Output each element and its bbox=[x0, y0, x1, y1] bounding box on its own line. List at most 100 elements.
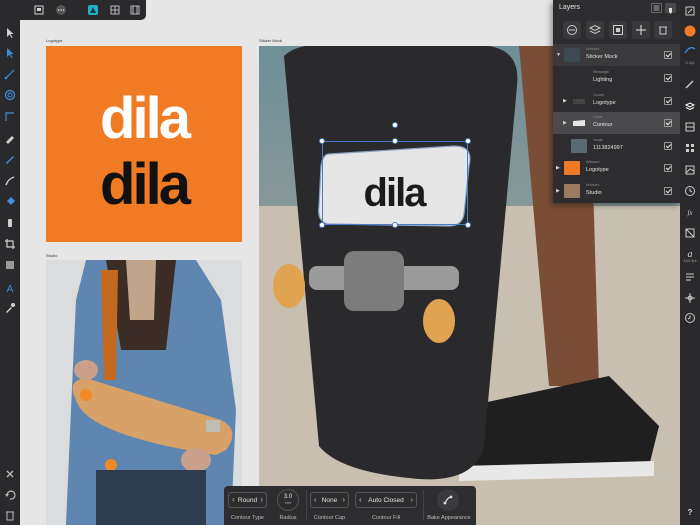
effects-icon[interactable] bbox=[683, 120, 697, 134]
list-view-icon[interactable] bbox=[651, 3, 662, 13]
collapse-arrow-icon[interactable]: ▶ bbox=[556, 165, 560, 171]
layer-row-logotype-artboard[interactable]: ▶ Artboard Logotype bbox=[553, 157, 680, 179]
contour-type-caption: Contour Type bbox=[231, 515, 264, 521]
vector-brush-icon[interactable] bbox=[3, 174, 17, 188]
document-icon[interactable] bbox=[32, 3, 46, 17]
layer-thumbnail bbox=[571, 94, 587, 108]
layer-row-contour[interactable]: ▶ Curve Contour bbox=[553, 112, 680, 134]
expand-arrow-icon[interactable]: ▼ bbox=[556, 52, 561, 58]
chevron-right-icon[interactable]: › bbox=[410, 493, 413, 507]
brushes-icon[interactable] bbox=[683, 77, 697, 91]
visibility-checkbox[interactable] bbox=[664, 142, 672, 150]
layer-type: Image bbox=[593, 138, 603, 142]
layer-row-lighting[interactable]: Rectangle Lighting bbox=[553, 67, 680, 89]
selection-handle-tr[interactable] bbox=[465, 138, 471, 144]
group-icon[interactable] bbox=[609, 21, 627, 39]
mask-layer-icon[interactable] bbox=[563, 21, 581, 39]
chevron-right-icon[interactable]: › bbox=[342, 493, 345, 507]
color-picker-icon[interactable] bbox=[3, 301, 17, 315]
layer-name: Contour bbox=[593, 122, 613, 128]
transform-icon[interactable] bbox=[683, 226, 697, 240]
selection-box[interactable] bbox=[322, 141, 468, 225]
chevron-left-icon[interactable]: ‹ bbox=[314, 493, 317, 507]
undo-icon[interactable] bbox=[3, 488, 17, 502]
chevron-left-icon[interactable]: ‹ bbox=[359, 493, 362, 507]
artboard-label-studio: Studio bbox=[46, 253, 58, 258]
layer-row-studio-artboard[interactable]: ▶ Artboard Studio bbox=[553, 180, 680, 202]
history-icon[interactable] bbox=[683, 184, 697, 198]
fill-tool-icon[interactable] bbox=[3, 195, 17, 209]
selection-handle-bc[interactable] bbox=[392, 222, 398, 228]
selection-handle-tc[interactable] bbox=[392, 138, 398, 144]
pen-tool-icon[interactable] bbox=[3, 131, 17, 145]
layer-row-image[interactable]: Image 1113824997 bbox=[553, 135, 680, 157]
layer-row-logotype-curves[interactable]: ▶ Curves Logotype bbox=[553, 90, 680, 112]
selection-handle-br[interactable] bbox=[465, 222, 471, 228]
crop-tool-icon[interactable] bbox=[3, 237, 17, 251]
selection-handle-tl[interactable] bbox=[319, 138, 325, 144]
text-tool-icon[interactable]: A bbox=[3, 281, 17, 295]
contour-type-selector[interactable]: ‹ Round › bbox=[228, 492, 267, 508]
selection-handle-rotate[interactable] bbox=[392, 122, 398, 128]
rectangle-tool-icon[interactable] bbox=[3, 258, 17, 272]
collapse-arrow-icon[interactable]: ▶ bbox=[563, 98, 567, 104]
add-layer-icon[interactable] bbox=[632, 21, 650, 39]
delete-layer-icon[interactable] bbox=[654, 21, 672, 39]
fx-icon[interactable]: fx bbox=[683, 205, 697, 219]
radius-dial[interactable]: 3.0 mm bbox=[277, 489, 299, 511]
help-button[interactable]: ? bbox=[680, 508, 700, 517]
stroke-icon[interactable] bbox=[683, 43, 697, 57]
navigator-icon[interactable] bbox=[683, 291, 697, 305]
collapse-arrow-icon[interactable]: ▶ bbox=[563, 120, 567, 126]
transparency-tool-icon[interactable] bbox=[3, 216, 17, 230]
layer-name: 1113824997 bbox=[593, 145, 623, 151]
layer-thumbnail bbox=[571, 116, 587, 130]
layer-row-sticker-mock[interactable]: ▼ Artboard Sticker Mock bbox=[553, 44, 680, 66]
visibility-checkbox[interactable] bbox=[664, 74, 672, 82]
stroke-panel-icon[interactable] bbox=[683, 4, 697, 18]
radius-unit: mm bbox=[284, 500, 292, 505]
corner-tool-icon[interactable] bbox=[3, 110, 17, 124]
collapse-arrow-icon[interactable]: ▶ bbox=[556, 188, 560, 194]
chevron-right-icon[interactable]: › bbox=[260, 493, 263, 507]
pixel-persona-icon[interactable] bbox=[108, 3, 122, 17]
point-transform-icon[interactable] bbox=[3, 67, 17, 81]
layer-stack-icon[interactable] bbox=[586, 21, 604, 39]
layer-name: Logotype bbox=[593, 100, 616, 106]
layer-thumbnail bbox=[564, 184, 580, 198]
artboard-studio[interactable] bbox=[46, 260, 242, 525]
color-swatch[interactable] bbox=[683, 24, 697, 38]
pencil-tool-icon[interactable] bbox=[3, 152, 17, 166]
contour-fill-selector[interactable]: ‹ Auto Closed › bbox=[355, 492, 417, 508]
visibility-checkbox[interactable] bbox=[664, 51, 672, 59]
layer-thumbnail bbox=[564, 48, 580, 62]
close-icon[interactable] bbox=[3, 467, 17, 481]
node-tool-icon[interactable] bbox=[3, 46, 17, 60]
designer-persona-icon[interactable] bbox=[86, 3, 100, 17]
swatches-grid-icon[interactable] bbox=[683, 141, 697, 155]
pin-icon[interactable] bbox=[665, 3, 676, 14]
chevron-left-icon[interactable]: ‹ bbox=[232, 493, 235, 507]
contour-cap-selector[interactable]: ‹ None › bbox=[310, 492, 349, 508]
export-persona-icon[interactable] bbox=[128, 3, 142, 17]
layers-icon[interactable] bbox=[683, 99, 697, 113]
context-toolbar: ‹ Round › Contour Type 3.0 mm Radius ‹ N… bbox=[224, 486, 476, 525]
contour-tool-icon[interactable] bbox=[3, 88, 17, 102]
clock-icon[interactable] bbox=[683, 311, 697, 325]
visibility-checkbox[interactable] bbox=[664, 97, 672, 105]
layer-type: Artboard bbox=[586, 47, 600, 51]
layer-name: Lighting bbox=[593, 77, 613, 83]
artboard-logotype[interactable]: dila dila bbox=[46, 46, 242, 242]
adjustments-icon[interactable] bbox=[683, 163, 697, 177]
delete-icon[interactable] bbox=[3, 508, 17, 522]
selection-handle-bl[interactable] bbox=[319, 222, 325, 228]
visibility-checkbox[interactable] bbox=[664, 187, 672, 195]
bake-appearance-button[interactable] bbox=[437, 489, 459, 511]
visibility-checkbox[interactable] bbox=[664, 164, 672, 172]
text-styles-icon[interactable] bbox=[683, 270, 697, 284]
more-icon[interactable] bbox=[54, 3, 68, 17]
artboard-label-sticker-mock: Sticker Mock bbox=[259, 38, 282, 43]
move-tool-icon[interactable] bbox=[3, 26, 17, 40]
visibility-checkbox[interactable] bbox=[664, 119, 672, 127]
logo-text-white: dila bbox=[100, 86, 192, 151]
